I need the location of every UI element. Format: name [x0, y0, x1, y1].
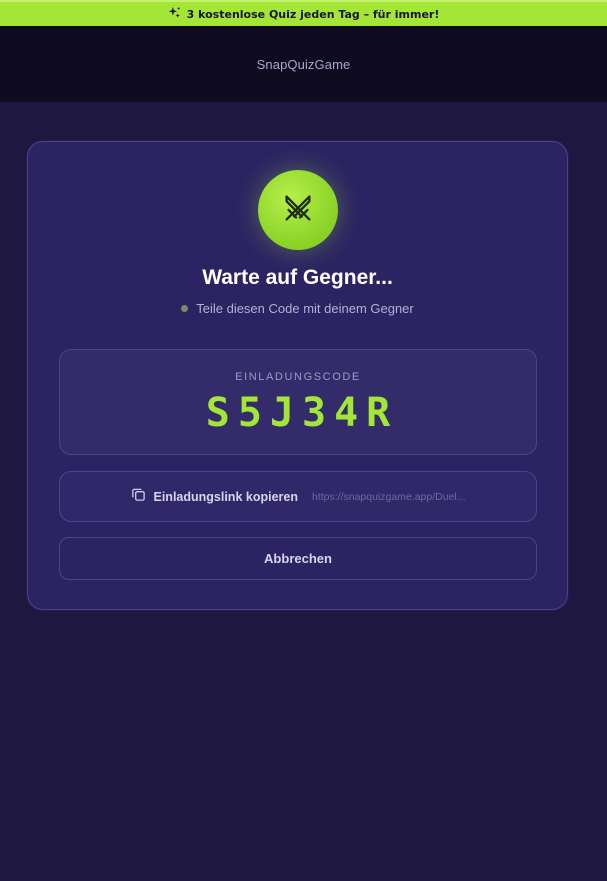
copy-invite-link-label: Einladungslink kopieren [153, 489, 298, 504]
promo-banner: 3 kostenlose Quiz jeden Tag – für immer! [0, 0, 607, 26]
subtitle-text: Teile diesen Code mit deinem Gegner [196, 301, 414, 316]
duel-badge [258, 170, 338, 250]
cancel-button[interactable]: Abbrechen [59, 537, 537, 580]
status-subtitle: Teile diesen Code mit deinem Gegner [28, 301, 567, 316]
invite-link-url: https://snapquizgame.app/Duel... [311, 490, 466, 503]
promo-banner-text: 3 kostenlose Quiz jeden Tag – für immer! [186, 7, 440, 21]
invite-code: S5J34R [205, 390, 399, 436]
invite-code-label: EINLADUNGSCODE [235, 371, 361, 383]
waiting-lobby-card: Warte auf Gegner... Teile diesen Code mi… [27, 141, 568, 610]
brand-link[interactable]: SnapQuizGame [257, 57, 351, 72]
page-title: Warte auf Gegner... [202, 266, 393, 289]
crossed-swords-icon [279, 189, 317, 232]
status-dot [181, 305, 189, 312]
copy-invite-link-button[interactable]: Einladungslink kopieren https://snapquiz… [59, 471, 537, 522]
top-navigation-bar: SnapQuizGame [0, 26, 607, 102]
invite-code-box: EINLADUNGSCODE S5J34R [59, 349, 537, 455]
copy-icon [131, 487, 146, 507]
sparkle-icon [168, 6, 181, 22]
